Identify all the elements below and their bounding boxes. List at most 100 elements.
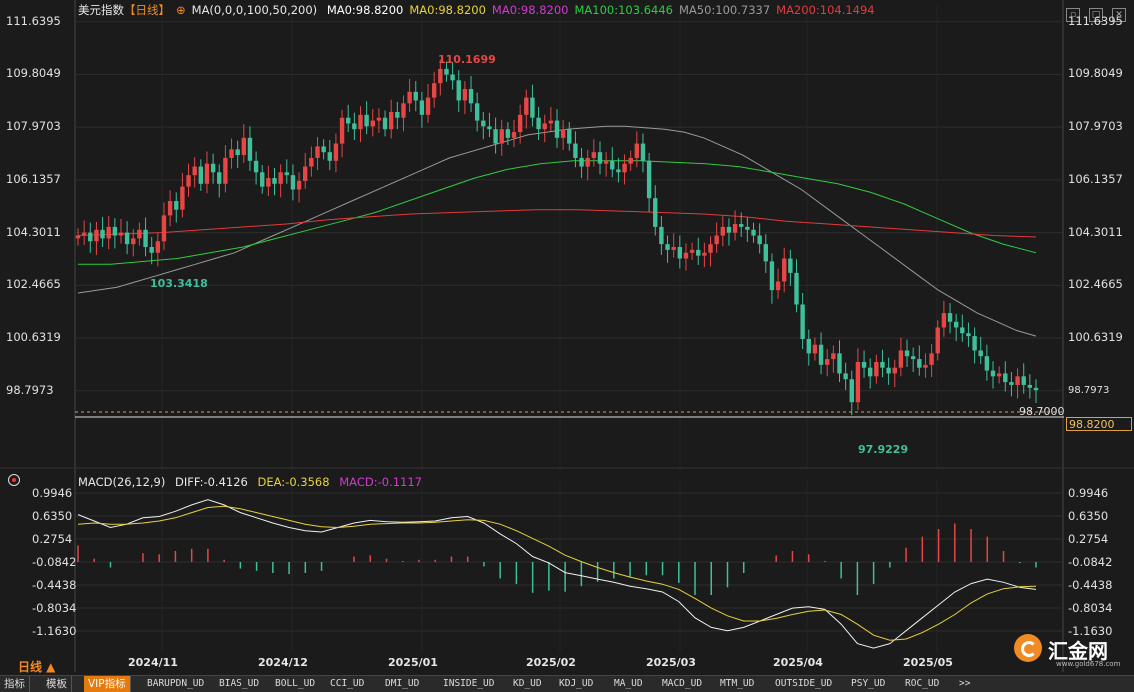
y-tick-left: 107.9703 bbox=[6, 119, 61, 134]
candle-body bbox=[339, 117, 345, 144]
ma-legend-item: MA200:104.1494 bbox=[776, 3, 875, 17]
bottom-tab[interactable]: 模板 bbox=[42, 676, 72, 692]
macd-tick-right: -0.8034 bbox=[1068, 601, 1113, 615]
candle-body bbox=[407, 91, 412, 104]
indicator-tab[interactable]: MACD_UD bbox=[662, 676, 702, 692]
indicator-tab[interactable]: KD_UD bbox=[513, 676, 542, 692]
candle-body bbox=[935, 327, 940, 354]
x-tick-label: 2025/01 bbox=[388, 656, 438, 669]
indicator-tab[interactable]: OUTSIDE_UD bbox=[775, 676, 832, 692]
indicator-tab[interactable]: DMI_UD bbox=[385, 676, 419, 692]
candle-body bbox=[530, 97, 535, 118]
candle-body bbox=[499, 129, 504, 144]
indicator-tab[interactable]: INSIDE_UD bbox=[443, 676, 494, 692]
candle-body bbox=[536, 117, 541, 130]
candle-body bbox=[272, 178, 277, 184]
candle-body bbox=[94, 229, 99, 242]
x-tick-label: 2025/03 bbox=[646, 656, 696, 669]
candle-body bbox=[253, 160, 259, 173]
candlesticks bbox=[75, 59, 1039, 416]
y-tick-right: 104.3011 bbox=[1068, 224, 1123, 239]
period-button[interactable]: 日线 ▲ bbox=[18, 658, 55, 675]
macd-tick-left: -0.8034 bbox=[32, 601, 77, 615]
candle-body bbox=[487, 126, 492, 130]
candle-body bbox=[745, 226, 750, 230]
candle-body bbox=[757, 235, 762, 245]
candle-body bbox=[462, 88, 468, 101]
y-tick-right: 109.8049 bbox=[1068, 66, 1123, 81]
x-tick-label: 2025/02 bbox=[526, 656, 576, 669]
y-tick-left: 100.6319 bbox=[6, 330, 61, 345]
chart-canvas[interactable] bbox=[0, 0, 1134, 691]
y-tick-right: 111.6395 bbox=[1068, 13, 1123, 28]
bottom-tab[interactable]: 指标 bbox=[0, 676, 30, 692]
candle-body bbox=[241, 137, 247, 156]
candle-body bbox=[671, 247, 676, 250]
candle-body bbox=[603, 160, 609, 164]
candle-body bbox=[278, 172, 283, 184]
candle-body bbox=[450, 74, 455, 81]
candle-body bbox=[898, 350, 904, 368]
instrument-title: 美元指数 bbox=[78, 3, 124, 17]
indicator-tab[interactable]: >> bbox=[959, 676, 970, 692]
candle-body bbox=[665, 244, 670, 250]
candle-body bbox=[118, 232, 124, 236]
candle-body bbox=[186, 175, 191, 187]
candle-body bbox=[266, 178, 271, 187]
candle-body bbox=[567, 129, 572, 144]
candle-body bbox=[210, 163, 216, 173]
toggle-icon[interactable]: ⊕ bbox=[176, 3, 186, 17]
indicator-tab[interactable]: BARUPDN_UD bbox=[147, 676, 204, 692]
candle-body bbox=[88, 232, 93, 242]
candle-body bbox=[702, 252, 707, 256]
candle-body bbox=[223, 157, 228, 184]
candle-body bbox=[370, 120, 375, 127]
indicator-tab[interactable]: CCI_UD bbox=[330, 676, 364, 692]
candle-body bbox=[161, 215, 167, 242]
macd-tick-right: 0.2754 bbox=[1068, 532, 1109, 546]
candle-body bbox=[843, 373, 848, 380]
indicator-tab[interactable]: KDJ_UD bbox=[559, 676, 593, 692]
candle-body bbox=[481, 120, 486, 127]
candle-body bbox=[996, 373, 1002, 377]
candle-body bbox=[806, 338, 811, 354]
candle-body bbox=[763, 244, 768, 262]
period-tag: 【日线】 bbox=[124, 3, 170, 17]
grid bbox=[74, 0, 1064, 672]
candle-body bbox=[438, 68, 443, 84]
candle-body bbox=[825, 359, 830, 365]
candle-body bbox=[917, 359, 922, 368]
y-tick-right: 100.6319 bbox=[1068, 330, 1123, 345]
macd-title: MACD(26,12,9) bbox=[78, 475, 166, 489]
candle-body bbox=[112, 226, 118, 236]
indicator-tab[interactable]: MTM_UD bbox=[720, 676, 754, 692]
candle-body bbox=[929, 353, 934, 365]
y-tick-left: 102.4665 bbox=[6, 277, 61, 292]
candle-body bbox=[1009, 382, 1014, 385]
macd-lines bbox=[77, 499, 1037, 649]
candle-body bbox=[874, 361, 879, 377]
candle-body bbox=[831, 353, 836, 360]
bottom-tab[interactable]: VIP指标 bbox=[84, 676, 131, 692]
logo-icon bbox=[1014, 634, 1042, 662]
y-tick-left: 111.6395 bbox=[6, 13, 61, 28]
candle-body bbox=[966, 333, 971, 337]
candle-body bbox=[677, 247, 683, 259]
indicator-tab[interactable]: BOLL_UD bbox=[275, 676, 315, 692]
settings-icon[interactable] bbox=[8, 474, 20, 486]
candle-body bbox=[327, 152, 332, 161]
macd-tick-right: -0.4438 bbox=[1068, 578, 1113, 592]
indicator-tab[interactable]: MA_UD bbox=[614, 676, 643, 692]
ma-params: MA(0,0,0,100,50,200) bbox=[191, 3, 318, 17]
candle-body bbox=[732, 224, 738, 233]
ma-legend-item: MA50:100.7337 bbox=[678, 3, 771, 17]
candle-body bbox=[689, 249, 695, 253]
candle-body bbox=[137, 229, 142, 239]
candle-body bbox=[782, 258, 787, 282]
indicator-tab[interactable]: BIAS_UD bbox=[219, 676, 259, 692]
candle-body bbox=[493, 129, 498, 144]
indicator-tab[interactable]: ROC_UD bbox=[905, 676, 939, 692]
ma100-line bbox=[78, 160, 1037, 265]
candle-body bbox=[1015, 376, 1020, 385]
indicator-tab[interactable]: PSY_UD bbox=[851, 676, 885, 692]
